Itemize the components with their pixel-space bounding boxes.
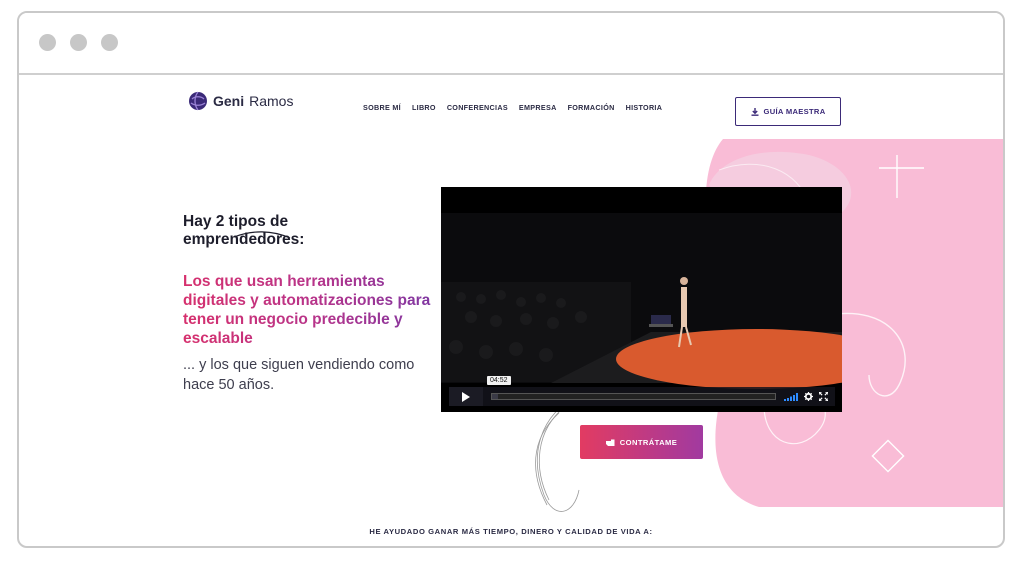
main-nav: SOBRE MÍ LIBRO CONFERENCIAS EMPRESA FORM… <box>363 103 662 112</box>
hero-highlight: Los que usan herramientas digitales y au… <box>183 272 443 348</box>
browser-titlebar <box>19 13 1003 75</box>
globe-logo-icon <box>189 91 207 111</box>
video-time-tooltip: 04:52 <box>487 376 511 385</box>
clients-heading: HE AYUDADO GANAR MÁS TIEMPO, DINERO Y CA… <box>369 527 653 536</box>
title-swoosh-decoration <box>233 231 291 239</box>
hire-me-button[interactable]: CONTRÁTAME <box>580 425 703 459</box>
page-viewport: Geni Ramos SOBRE MÍ LIBRO CONFERENCIAS E… <box>19 75 1003 546</box>
hero-subtitle: ... y los que siguen vendiendo como hace… <box>183 357 415 393</box>
video-control-icons <box>784 392 828 401</box>
nav-item-sobre-mi[interactable]: SOBRE MÍ <box>363 103 401 112</box>
guide-download-label: GUÍA MAESTRA <box>763 107 826 116</box>
nav-item-formacion[interactable]: FORMACIÓN <box>568 103 615 112</box>
nav-item-empresa[interactable]: EMPRESA <box>519 103 557 112</box>
window-dot-minimize <box>70 34 87 51</box>
volume-icon[interactable] <box>784 392 798 401</box>
video-progress-bar[interactable] <box>491 393 776 400</box>
hire-me-label: CONTRÁTAME <box>619 437 678 447</box>
download-icon <box>751 107 759 116</box>
nav-item-libro[interactable]: LIBRO <box>412 103 436 112</box>
nav-item-conferencias[interactable]: CONFERENCIAS <box>447 103 508 112</box>
nav-item-historia[interactable]: HISTORIA <box>626 103 663 112</box>
play-button[interactable] <box>449 387 483 406</box>
fullscreen-icon[interactable] <box>819 392 828 401</box>
brand-logo[interactable]: Geni Ramos <box>188 91 293 111</box>
video-progress-fill <box>492 394 498 399</box>
guide-download-button[interactable]: GUÍA MAESTRA <box>735 97 841 126</box>
window-dot-close <box>39 34 56 51</box>
window-dot-maximize <box>101 34 118 51</box>
brand-name-bold: Geni <box>213 93 245 109</box>
video-controls <box>449 387 835 406</box>
settings-icon[interactable] <box>804 392 813 401</box>
brand-name-regular: Ramos <box>249 93 294 109</box>
play-icon <box>462 391 470 402</box>
video-player[interactable]: 04:52 <box>441 187 842 412</box>
hand-pointer-icon <box>605 439 615 446</box>
browser-frame: Geni Ramos SOBRE MÍ LIBRO CONFERENCIAS E… <box>17 11 1005 548</box>
